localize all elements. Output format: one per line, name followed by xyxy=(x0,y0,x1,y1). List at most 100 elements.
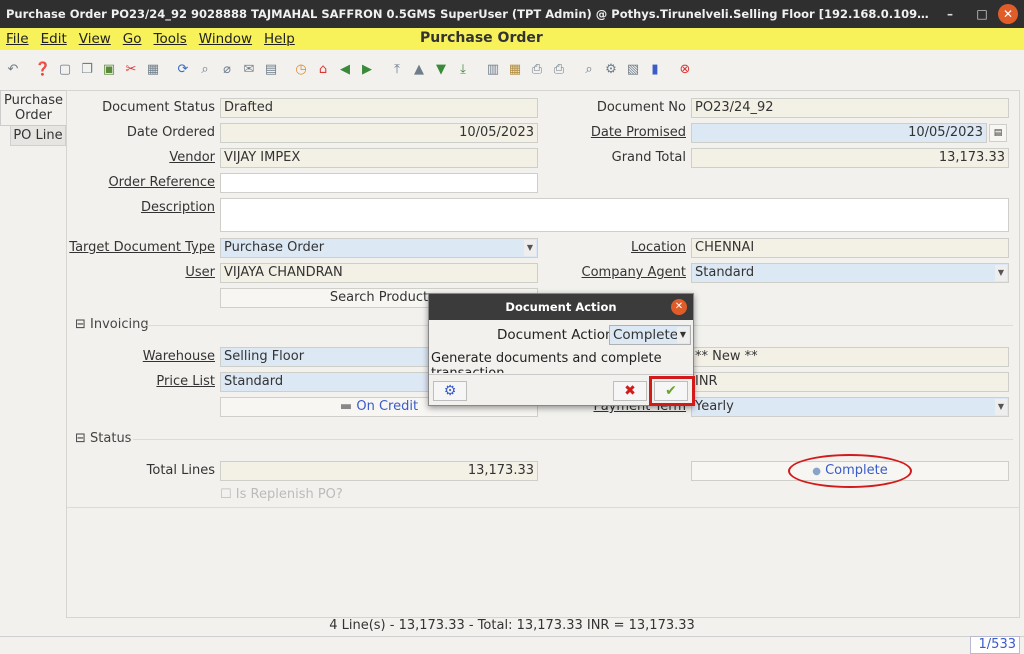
help-icon[interactable]: ❓ xyxy=(34,60,52,78)
vendor-label: Vendor xyxy=(169,150,215,165)
tab-po-line[interactable]: PO Line xyxy=(10,126,66,146)
next-record-icon[interactable]: ▼ xyxy=(432,60,450,78)
order-reference-field[interactable] xyxy=(220,173,538,193)
tab-purchase-order[interactable]: Purchase Order xyxy=(0,90,66,126)
menu-edit[interactable]: Edit xyxy=(35,31,73,47)
menu-window[interactable]: Window xyxy=(193,31,258,47)
print-preview-icon[interactable]: ⎙ xyxy=(528,60,546,78)
menu-go[interactable]: Go xyxy=(117,31,148,47)
date-promised-field[interactable]: 10/05/2023 xyxy=(691,123,987,143)
product-info-icon[interactable]: ▮ xyxy=(646,60,664,78)
last-record-icon[interactable]: ⤓ xyxy=(454,60,472,78)
document-no-field[interactable]: PO23/24_92 xyxy=(691,98,1009,118)
copy-icon[interactable]: ❐ xyxy=(78,60,96,78)
chevron-down-icon[interactable]: ▼ xyxy=(677,327,689,343)
home-icon[interactable]: ⌂ xyxy=(314,60,332,78)
report-icon[interactable]: ▥ xyxy=(484,60,502,78)
minimize-icon[interactable]: – xyxy=(934,7,966,21)
back-icon[interactable]: ◀ xyxy=(336,60,354,78)
chat-icon[interactable]: ✉ xyxy=(240,60,258,78)
price-list-label: Price List xyxy=(156,374,215,389)
window-close-icon[interactable]: ✕ xyxy=(998,4,1018,24)
total-lines-label: Total Lines xyxy=(146,463,215,478)
print-icon[interactable]: ⎙ xyxy=(550,60,568,78)
doc-action-message: Generate documents and complete transact… xyxy=(431,351,662,373)
save-icon[interactable]: ▣ xyxy=(100,60,118,78)
grand-total-label: Grand Total xyxy=(611,150,686,165)
doc-action-row: Document Action Complete ▼ xyxy=(429,324,695,346)
status-bar: 4 Line(s) - 13,173.33 - Total: 13,173.33… xyxy=(329,618,695,633)
doc-action-value: Complete xyxy=(613,327,679,343)
target-doc-type-select[interactable]: Purchase Order ▼ xyxy=(220,238,538,258)
zoom-icon[interactable]: ⌕ xyxy=(580,60,598,78)
target-doc-type-value: Purchase Order xyxy=(224,240,325,255)
gear-icon[interactable]: ⚙ xyxy=(433,381,467,401)
request-icon[interactable]: ▧ xyxy=(624,60,642,78)
doc-action-label: Document Action xyxy=(497,327,614,343)
chevron-down-icon[interactable]: ▼ xyxy=(995,399,1007,415)
cancel-button[interactable]: ✖ xyxy=(613,381,647,401)
grid-toggle-icon[interactable]: ▤ xyxy=(262,60,280,78)
forward-icon[interactable]: ▶ xyxy=(358,60,376,78)
location-label: Location xyxy=(631,240,686,255)
prev-record-icon[interactable]: ▲ xyxy=(410,60,428,78)
exit-icon[interactable]: ⊗ xyxy=(676,60,694,78)
dialog-divider xyxy=(429,374,693,375)
history-icon[interactable]: ◷ xyxy=(292,60,310,78)
checkbox-icon: ☐ xyxy=(220,487,232,502)
date-ordered-label: Date Ordered xyxy=(126,125,215,140)
company-agent-value: Standard xyxy=(695,265,755,280)
invoice-no-field: ** New ** xyxy=(691,347,1009,367)
record-pager[interactable]: 1/533 xyxy=(970,636,1020,654)
refresh-icon[interactable]: ⟳ xyxy=(174,60,192,78)
menu-help[interactable]: Help xyxy=(258,31,301,47)
payment-icon: ▬ xyxy=(339,399,353,414)
total-lines-field: 13,173.33 xyxy=(220,461,538,481)
document-action-dialog: Document Action ✕ Document Action Comple… xyxy=(428,293,695,406)
warehouse-label: Warehouse xyxy=(142,349,215,364)
replenish-checkbox[interactable]: ☐ Is Replenish PO? xyxy=(220,487,343,502)
dialog-close-icon[interactable]: ✕ xyxy=(671,299,687,315)
status-section-header[interactable]: ⊟ Status xyxy=(75,431,131,446)
currency-field[interactable]: INR xyxy=(691,372,1009,392)
workflow-icon[interactable]: ⚙ xyxy=(602,60,620,78)
delete-icon[interactable]: ✂ xyxy=(122,60,140,78)
find-icon[interactable]: ⌕ xyxy=(196,60,214,78)
date-promised-label: Date Promised xyxy=(590,125,686,140)
doc-action-select[interactable]: Complete ▼ xyxy=(609,325,691,345)
menu-tools[interactable]: Tools xyxy=(148,31,193,47)
bottom-bar xyxy=(0,636,1024,654)
document-status-field: Drafted xyxy=(220,98,538,118)
delete-multi-icon[interactable]: ▦ xyxy=(144,60,162,78)
user-label: User xyxy=(185,265,215,280)
description-field[interactable] xyxy=(220,198,1009,232)
payment-term-select[interactable]: Yearly ▼ xyxy=(691,397,1009,417)
menu-view[interactable]: View xyxy=(73,31,117,47)
first-record-icon[interactable]: ⤒ xyxy=(388,60,406,78)
company-agent-select[interactable]: Standard ▼ xyxy=(691,263,1009,283)
company-agent-label: Company Agent xyxy=(581,265,686,280)
payment-term-value: Yearly xyxy=(695,399,734,414)
menu-file[interactable]: File xyxy=(0,31,35,47)
calendar-icon[interactable]: ▤ xyxy=(989,124,1007,142)
tab-strip: Purchase Order PO Line xyxy=(0,90,66,146)
chevron-down-icon[interactable]: ▼ xyxy=(995,265,1007,281)
new-icon[interactable]: ▢ xyxy=(56,60,74,78)
date-ordered-field[interactable]: 10/05/2023 xyxy=(220,123,538,143)
user-field[interactable]: VIJAYA CHANDRAN xyxy=(220,263,538,283)
replenish-label: Is Replenish PO? xyxy=(235,487,343,502)
attachment-icon[interactable]: ⌀ xyxy=(218,60,236,78)
ok-button[interactable]: ✔ xyxy=(654,381,688,401)
window-titlebar: Purchase Order PO23/24_92 9028888 TAJMAH… xyxy=(0,0,1024,28)
location-field[interactable]: CHENNAI xyxy=(691,238,1009,258)
invoicing-section-header[interactable]: ⊟ Invoicing xyxy=(75,317,149,332)
maximize-icon[interactable]: □ xyxy=(966,7,998,21)
archive-icon[interactable]: ▦ xyxy=(506,60,524,78)
vendor-field[interactable]: VIJAY IMPEX xyxy=(220,148,538,168)
window-heading: Purchase Order xyxy=(420,30,543,46)
section-divider xyxy=(133,439,1013,440)
undo-icon[interactable]: ↶ xyxy=(4,60,22,78)
target-doc-type-label-text: Target Document Type xyxy=(69,240,215,255)
chevron-down-icon[interactable]: ▼ xyxy=(524,240,536,256)
document-no-label: Document No xyxy=(596,100,686,115)
